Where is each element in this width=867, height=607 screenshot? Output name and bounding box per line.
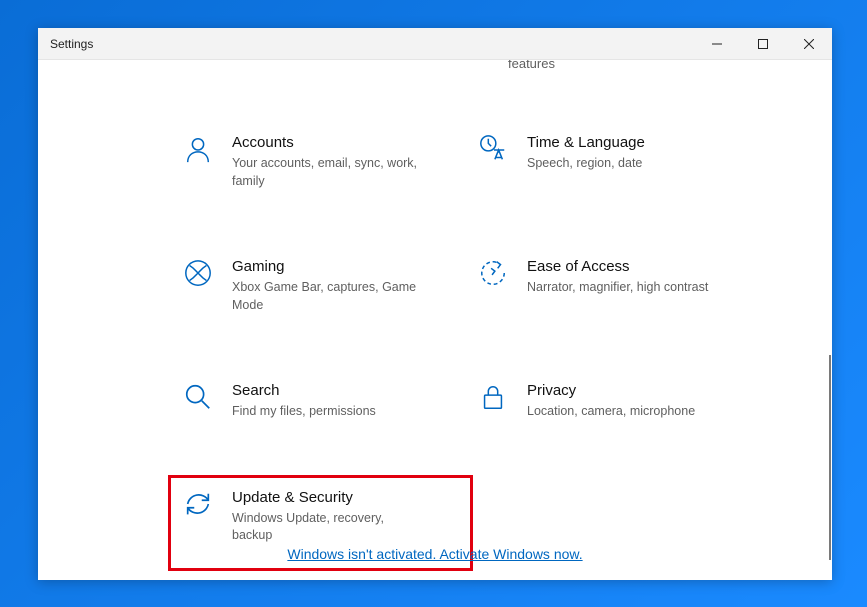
close-button[interactable] bbox=[786, 28, 832, 59]
update-security-icon bbox=[182, 489, 214, 521]
settings-window: Settings features bbox=[38, 28, 832, 580]
tile-title: Update & Security bbox=[232, 489, 422, 506]
maximize-icon bbox=[758, 39, 768, 49]
tile-title: Privacy bbox=[527, 382, 695, 399]
settings-grid: Accounts Your accounts, email, sync, wor… bbox=[178, 130, 758, 561]
tile-title: Search bbox=[232, 382, 376, 399]
tile-desc: Windows Update, recovery, backup bbox=[232, 510, 422, 545]
gaming-icon bbox=[182, 258, 214, 290]
activate-windows-link[interactable]: Windows isn't activated. Activate Window… bbox=[287, 546, 582, 562]
tile-ease-of-access[interactable]: Ease of Access Narrator, magnifier, high… bbox=[473, 254, 758, 318]
tile-desc: Xbox Game Bar, captures, Game Mode bbox=[232, 279, 422, 314]
minimize-button[interactable] bbox=[694, 28, 740, 59]
tile-title: Ease of Access bbox=[527, 258, 708, 275]
window-title: Settings bbox=[50, 37, 93, 51]
activation-bar: Windows isn't activated. Activate Window… bbox=[38, 546, 832, 564]
accounts-icon bbox=[182, 134, 214, 166]
tile-desc: Location, camera, microphone bbox=[527, 403, 695, 421]
tile-desc: Find my files, permissions bbox=[232, 403, 376, 421]
tile-title: Gaming bbox=[232, 258, 422, 275]
partial-tile-desc: features bbox=[508, 60, 555, 71]
tile-desc: Narrator, magnifier, high contrast bbox=[527, 279, 708, 297]
ease-of-access-icon bbox=[477, 258, 509, 290]
maximize-button[interactable] bbox=[740, 28, 786, 59]
close-icon bbox=[804, 39, 814, 49]
settings-content: features Accounts Your accounts, email, … bbox=[38, 60, 832, 580]
titlebar: Settings bbox=[38, 28, 832, 60]
tile-search[interactable]: Search Find my files, permissions bbox=[178, 378, 463, 425]
tile-time-language[interactable]: Time & Language Speech, region, date bbox=[473, 130, 758, 194]
tile-gaming[interactable]: Gaming Xbox Game Bar, captures, Game Mod… bbox=[178, 254, 463, 318]
tile-title: Time & Language bbox=[527, 134, 645, 151]
tile-accounts[interactable]: Accounts Your accounts, email, sync, wor… bbox=[178, 130, 463, 194]
tile-title: Accounts bbox=[232, 134, 422, 151]
time-language-icon bbox=[477, 134, 509, 166]
tile-desc: Speech, region, date bbox=[527, 155, 645, 173]
search-icon bbox=[182, 382, 214, 414]
tile-privacy[interactable]: Privacy Location, camera, microphone bbox=[473, 378, 758, 425]
scrollbar-thumb[interactable] bbox=[829, 355, 831, 560]
minimize-icon bbox=[712, 39, 722, 49]
window-controls bbox=[694, 28, 832, 59]
tile-desc: Your accounts, email, sync, work, family bbox=[232, 155, 422, 190]
privacy-icon bbox=[477, 382, 509, 414]
